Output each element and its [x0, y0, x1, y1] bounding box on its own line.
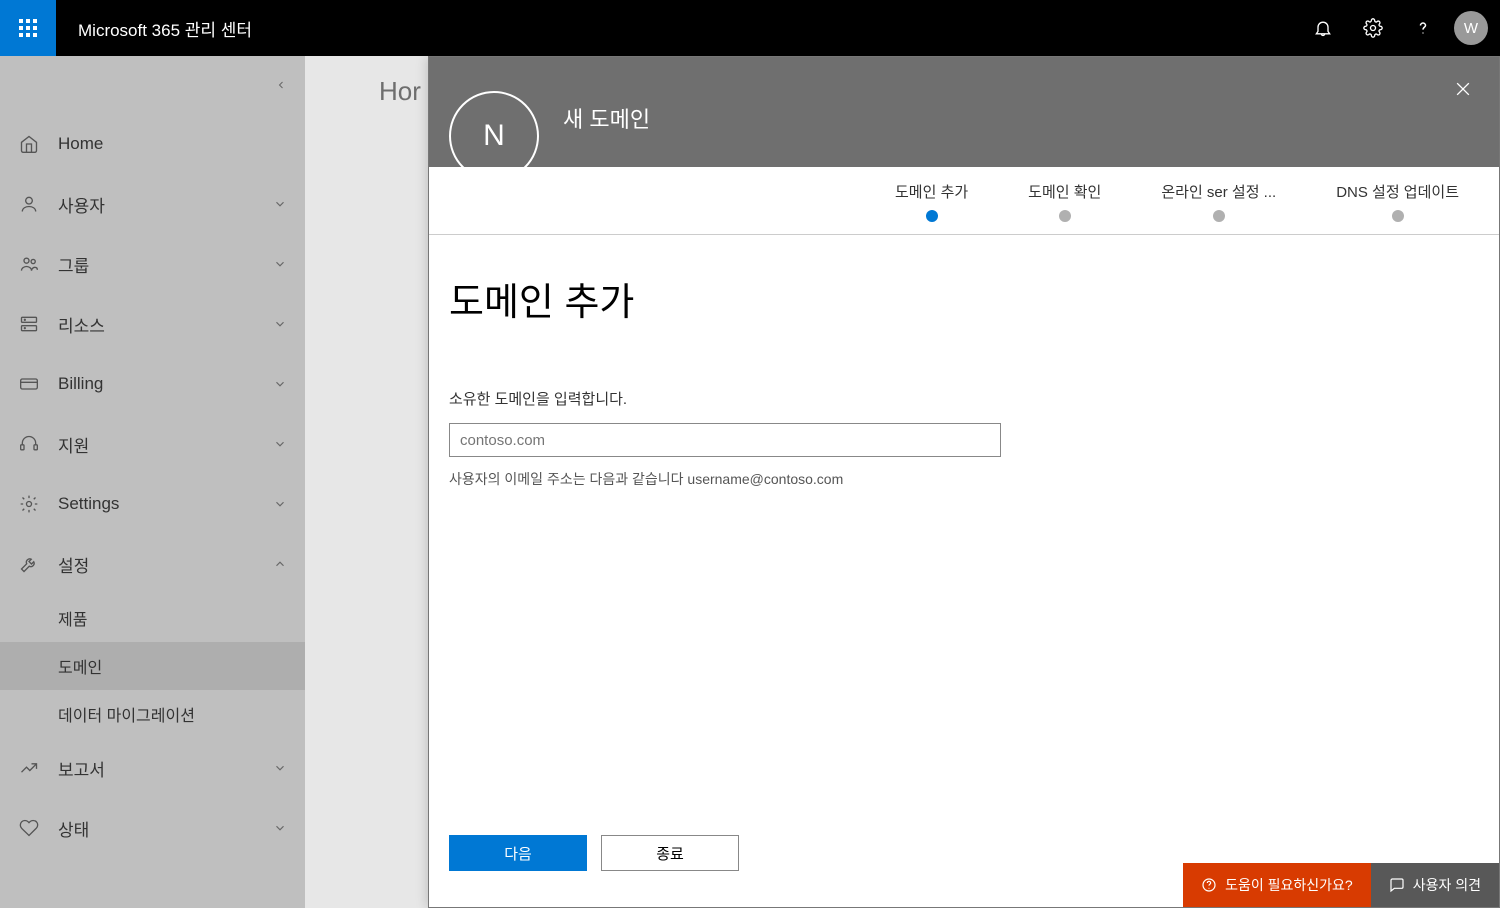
- close-icon: [1453, 79, 1473, 99]
- chevron-down-icon: [273, 497, 287, 511]
- wizard-stepper: 도메인 추가 도메인 확인 온라인 ser 설정 ... DNS 설정 업데이트: [429, 167, 1499, 235]
- step-label: 온라인 ser 설정 ...: [1161, 181, 1276, 202]
- step-dot-icon: [1392, 210, 1404, 222]
- sidebar-item-users[interactable]: 사용자: [0, 174, 305, 234]
- sidebar-item-label: 보고서: [58, 756, 255, 781]
- bell-icon: [1313, 18, 1333, 38]
- need-help-label: 도움이 필요하신가요?: [1225, 875, 1353, 895]
- feedback-icon: [1389, 877, 1405, 893]
- waffle-icon: [19, 19, 37, 37]
- sidebar-item-health[interactable]: 상태: [0, 798, 305, 858]
- sidebar-item-label: 상태: [58, 816, 255, 841]
- sidebar-item-label: 사용자: [58, 192, 255, 217]
- panel-header: N 새 도메인: [429, 57, 1499, 167]
- health-icon: [18, 818, 40, 838]
- home-icon: [18, 134, 40, 154]
- sidebar-item-resources[interactable]: 리소스: [0, 294, 305, 354]
- user-icon: [18, 194, 40, 214]
- sidebar-item-settings-kr[interactable]: 설정: [0, 534, 305, 594]
- feedback-button[interactable]: 사용자 의견: [1371, 863, 1499, 907]
- chevron-down-icon: [273, 821, 287, 835]
- support-icon: [18, 434, 40, 454]
- step-dot-icon: [1059, 210, 1071, 222]
- sidebar-subitem-label: 도메인: [58, 654, 102, 678]
- step-dot-icon: [1213, 210, 1225, 222]
- email-hint: 사용자의 이메일 주소는 다음과 같습니다 username@contoso.c…: [449, 469, 1469, 489]
- resource-icon: [18, 314, 40, 334]
- chevron-down-icon: [273, 257, 287, 271]
- question-icon: [1413, 18, 1433, 38]
- sidebar-subitem-data-migration[interactable]: 데이터 마이그레이션: [0, 690, 305, 738]
- sidebar-item-label: 설정: [58, 552, 255, 577]
- panel-title: 새 도메인: [563, 102, 650, 134]
- close-button[interactable]: 종료: [601, 835, 739, 871]
- notifications-button[interactable]: [1298, 0, 1348, 56]
- feedback-label: 사용자 의견: [1413, 875, 1481, 895]
- settings-button[interactable]: [1348, 0, 1398, 56]
- step-add-domain[interactable]: 도메인 추가: [895, 181, 968, 222]
- sidebar-subitem-label: 데이터 마이그레이션: [58, 702, 195, 726]
- billing-icon: [18, 374, 40, 394]
- settings-gear-icon: [18, 494, 40, 514]
- app-launcher-button[interactable]: [0, 0, 56, 56]
- report-icon: [18, 758, 40, 778]
- sidebar-item-home[interactable]: Home: [0, 114, 305, 174]
- sidebar-item-label: 리소스: [58, 312, 255, 337]
- sidebar-item-reports[interactable]: 보고서: [0, 738, 305, 798]
- sidebar-subitem-domains[interactable]: 도메인: [0, 642, 305, 690]
- sidebar-subitem-products[interactable]: 제품: [0, 594, 305, 642]
- chevron-down-icon: [273, 761, 287, 775]
- step-online-setup[interactable]: 온라인 ser 설정 ...: [1161, 181, 1276, 222]
- collapse-sidebar-button[interactable]: [0, 56, 305, 114]
- step-dns-update[interactable]: DNS 설정 업데이트: [1336, 181, 1459, 222]
- chevron-left-icon: [275, 79, 287, 91]
- sidebar-item-label: 그룹: [58, 252, 255, 277]
- nav-sidebar: Home 사용자 그룹 리소스 Billing 지원: [0, 56, 305, 908]
- add-domain-panel: N 새 도메인 도메인 추가 도메인 확인 온라인 ser 설정 ... DNS…: [428, 56, 1500, 908]
- sidebar-item-label: 지원: [58, 432, 255, 457]
- info-icon: [1201, 877, 1217, 893]
- chevron-down-icon: [273, 317, 287, 331]
- domain-input[interactable]: [449, 423, 1001, 457]
- sidebar-item-billing[interactable]: Billing: [0, 354, 305, 414]
- chevron-down-icon: [273, 197, 287, 211]
- header-title: Microsoft 365 관리 센터: [78, 16, 252, 41]
- chevron-up-icon: [273, 557, 287, 571]
- step-label: 도메인 추가: [895, 181, 968, 202]
- step-label: 도메인 확인: [1028, 181, 1101, 202]
- sidebar-item-label: Home: [58, 134, 287, 154]
- step-dot-icon: [926, 210, 938, 222]
- panel-close-button[interactable]: [1449, 75, 1477, 103]
- app-header: Microsoft 365 관리 센터 W: [0, 0, 1500, 56]
- step-label: DNS 설정 업데이트: [1336, 181, 1459, 202]
- sidebar-item-settings[interactable]: Settings: [0, 474, 305, 534]
- group-icon: [18, 254, 40, 274]
- next-button[interactable]: 다음: [449, 835, 587, 871]
- panel-body: 도메인 추가 소유한 도메인을 입력합니다. 사용자의 이메일 주소는 다음과 …: [429, 235, 1499, 835]
- chevron-down-icon: [273, 377, 287, 391]
- chevron-down-icon: [273, 437, 287, 451]
- sidebar-item-support[interactable]: 지원: [0, 414, 305, 474]
- need-help-button[interactable]: 도움이 필요하신가요?: [1183, 863, 1371, 907]
- sidebar-subitem-label: 제품: [58, 606, 87, 630]
- panel-heading: 도메인 추가: [449, 271, 1469, 326]
- domain-field-label: 소유한 도메인을 입력합니다.: [449, 388, 1469, 409]
- sidebar-item-label: Settings: [58, 494, 255, 514]
- bottom-bar: 도움이 필요하신가요? 사용자 의견: [1183, 863, 1499, 907]
- account-avatar[interactable]: W: [1454, 11, 1488, 45]
- wrench-icon: [18, 554, 40, 574]
- sidebar-item-label: Billing: [58, 374, 255, 394]
- step-verify-domain[interactable]: 도메인 확인: [1028, 181, 1101, 222]
- gear-icon: [1363, 18, 1383, 38]
- sidebar-item-groups[interactable]: 그룹: [0, 234, 305, 294]
- help-button[interactable]: [1398, 0, 1448, 56]
